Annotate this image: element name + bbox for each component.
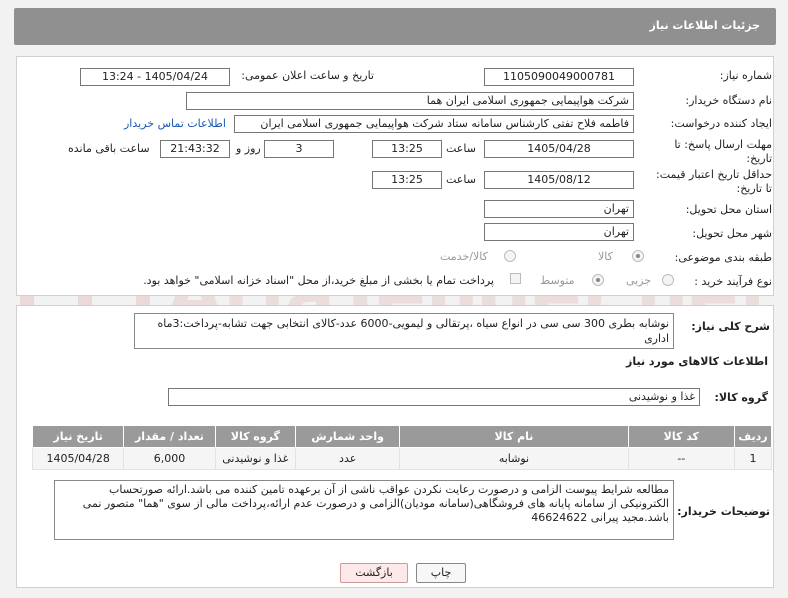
price-validity-label: حداقل تاریخ اعتبار قیمت: <box>656 168 772 181</box>
cell-group: غذا و نوشیدنی <box>214 447 297 470</box>
col-unit: واحد شمارش <box>295 425 401 448</box>
table-row: 1 -- نوشابه عدد غذا و نوشیدنی 6,000 1405… <box>31 447 772 470</box>
col-name: نام کالا <box>399 425 629 448</box>
treasury-payment-checkbox[interactable] <box>510 273 521 284</box>
announce-datetime-label: تاریخ و ساعت اعلان عمومی: <box>241 69 374 82</box>
cell-row: 1 <box>734 447 772 470</box>
goods-table-header: ردیف کد کالا نام کالا واحد شمارش گروه کا… <box>31 425 772 448</box>
cell-quantity: 6,000 <box>123 447 216 470</box>
buyer-notes-textarea[interactable]: مطالعه شرایط پیوست الزامی و درصورت رعایت… <box>54 480 674 540</box>
col-code: کد کالا <box>627 425 736 448</box>
buyer-org-field: شرکت هواپیمایی جمهوری اسلامی ایران هما <box>186 92 634 110</box>
days-label: روز و <box>236 142 261 155</box>
reply-deadline-label-2: تاریخ: <box>746 152 772 165</box>
category-option-goods: کالا <box>598 250 613 263</box>
col-quantity: تعداد / مقدار <box>123 425 216 448</box>
goods-table: ردیف کد کالا نام کالا واحد شمارش گروه کا… <box>31 425 772 470</box>
price-validity-time-field: 13:25 <box>372 171 442 189</box>
remaining-days-field: 3 <box>264 140 334 158</box>
buyer-contact-link[interactable]: اطلاعات تماس خریدار <box>124 117 226 130</box>
goods-group-field: غذا و نوشیدنی <box>168 388 700 406</box>
goods-group-label: گروه کالا: <box>714 391 768 404</box>
cell-unit: عدد <box>295 447 401 470</box>
city-label: شهر محل تحویل: <box>692 227 772 240</box>
category-option-goods-service: کالا/خدمت <box>440 250 488 263</box>
process-option-partial: جزیی <box>626 274 652 287</box>
city-field: تهران <box>484 223 634 241</box>
cell-name: نوشابه <box>399 447 629 470</box>
back-button[interactable]: بازگشت <box>340 563 408 583</box>
reply-time-field: 13:25 <box>372 140 442 158</box>
remaining-time-label: ساعت باقی مانده <box>68 142 150 155</box>
price-validity-label-2: تا تاریخ: <box>736 182 772 195</box>
buyer-org-label: نام دستگاه خریدار: <box>685 94 772 107</box>
process-type-label: نوع فرآیند خرید : <box>694 275 772 288</box>
description-textarea[interactable]: نوشابه بطری 300 سی سی در انواع سیاه ،پرت… <box>134 313 674 349</box>
col-row: ردیف <box>734 425 772 448</box>
category-label: طبقه بندی موضوعی: <box>674 251 772 264</box>
reply-time-label: ساعت <box>446 142 476 155</box>
price-validity-date-field: 1405/08/12 <box>484 171 634 189</box>
price-time-label: ساعت <box>446 173 476 186</box>
category-radio-goods[interactable] <box>632 250 644 262</box>
remaining-time-field: 21:43:32 <box>160 140 230 158</box>
description-label: شرح کلی نیاز: <box>691 320 770 333</box>
cell-need-date: 1405/04/28 <box>31 447 125 470</box>
print-button[interactable]: چاپ <box>416 563 466 583</box>
page-title: جزئیات اطلاعات نیاز <box>649 19 761 32</box>
province-field: تهران <box>484 200 634 218</box>
process-radio-medium[interactable] <box>592 274 604 286</box>
process-option-medium: متوسط <box>540 274 575 287</box>
category-radio-goods-service[interactable] <box>504 250 516 262</box>
col-group: گروه کالا <box>214 425 297 448</box>
reply-date-field: 1405/04/28 <box>484 140 634 158</box>
need-number-field: 1105090049000781 <box>484 68 634 86</box>
col-need-date: تاریخ نیاز <box>31 425 125 448</box>
need-number-label: شماره نیاز: <box>719 69 772 82</box>
treasury-payment-note: پرداخت تمام یا بخشی از مبلغ خرید،از محل … <box>143 274 494 287</box>
page-header: جزئیات اطلاعات نیاز <box>14 8 776 45</box>
requester-field: فاطمه فلاح تفتی کارشناس سامانه ستاد شرکت… <box>234 115 634 133</box>
process-radio-partial[interactable] <box>662 274 674 286</box>
reply-deadline-label: مهلت ارسال پاسخ: تا <box>674 138 772 151</box>
requester-label: ایجاد کننده درخواست: <box>670 117 772 130</box>
goods-section-title: اطلاعات کالاهای مورد نیاز <box>626 355 768 368</box>
announce-datetime-field: 1405/04/24 - 13:24 <box>80 68 230 86</box>
cell-code: -- <box>627 447 736 470</box>
buyer-notes-label: توضیحات خریدار: <box>677 505 770 518</box>
province-label: استان محل تحویل: <box>685 203 772 216</box>
